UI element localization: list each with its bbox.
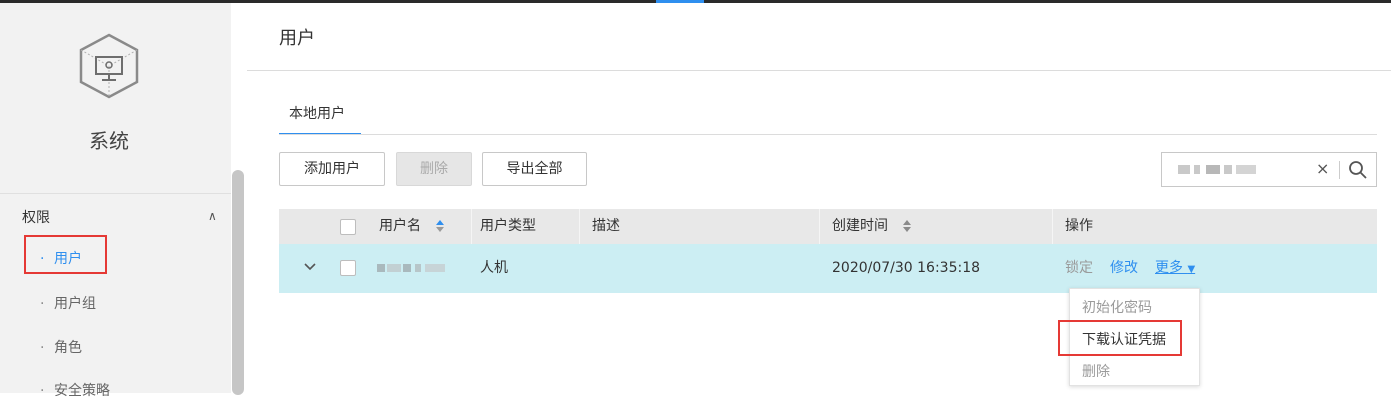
sort-icon[interactable] [902, 219, 912, 233]
username-redacted [377, 264, 447, 274]
system-logo-icon [79, 33, 139, 99]
column-separator [1052, 209, 1053, 244]
menu-item-delete[interactable]: 删除 [1082, 361, 1110, 381]
column-separator [579, 209, 580, 244]
sort-icon[interactable] [435, 219, 445, 233]
tabs-divider [279, 134, 1377, 135]
clear-icon[interactable]: × [1316, 159, 1329, 178]
column-header-username[interactable]: 用户名 [379, 209, 445, 244]
menu-item-reset-password[interactable]: 初始化密码 [1082, 297, 1152, 317]
scrollbar-thumb[interactable] [232, 170, 244, 395]
system-title: 系统 [89, 129, 129, 153]
page-title: 用户 [279, 28, 315, 49]
column-separator [819, 209, 820, 244]
tab-label: 本地用户 [289, 106, 345, 122]
column-header-actions: 操作 [1065, 218, 1093, 234]
highlight-box-download [1058, 320, 1182, 356]
more-link[interactable]: 更多 ▼ [1155, 244, 1195, 293]
sidebar-item-security-policy[interactable]: · 安全策略 [40, 380, 110, 400]
chevron-down-icon[interactable] [303, 260, 317, 274]
sidebar-group-permissions[interactable]: 权限 ∧ [22, 207, 222, 227]
search-icon[interactable] [1348, 160, 1368, 180]
delete-button[interactable]: 删除 [396, 152, 472, 186]
column-header-created-time[interactable]: 创建时间 [832, 209, 912, 244]
bullet-icon: · [40, 296, 45, 312]
sidebar-item-label: 安全策略 [54, 383, 110, 399]
lock-link[interactable]: 锁定 [1065, 244, 1093, 293]
sidebar-item-roles[interactable]: · 角色 [40, 337, 82, 357]
cell-user-type: 人机 [480, 260, 508, 276]
add-user-button[interactable]: 添加用户 [279, 152, 385, 186]
table-header: 用户名 用户类型 描述 创建时间 操作 [279, 209, 1377, 244]
select-all-checkbox[interactable] [340, 219, 356, 235]
column-header-description: 描述 [592, 218, 620, 234]
sidebar-item-user-groups[interactable]: · 用户组 [40, 293, 96, 313]
table-row[interactable]: 人机 2020/07/30 16:35:18 锁定 修改 更多 ▼ [279, 244, 1377, 293]
sidebar: 系统 权限 ∧ · 用户 · 用户组 · 角色 · 安全策略 [0, 3, 231, 399]
header-label: 用户名 [379, 218, 421, 234]
sidebar-scrollbar[interactable] [231, 170, 245, 395]
highlight-box-users [24, 235, 107, 274]
sidebar-item-label: 用户组 [54, 296, 96, 312]
export-all-button[interactable]: 导出全部 [482, 152, 587, 186]
caret-down-icon: ▼ [1187, 264, 1196, 275]
row-checkbox[interactable] [340, 260, 356, 276]
cell-created-time: 2020/07/30 16:35:18 [832, 260, 981, 276]
sidebar-header: 系统 [0, 3, 231, 193]
header-label: 创建时间 [832, 218, 888, 234]
edit-link[interactable]: 修改 [1110, 244, 1138, 293]
search-input[interactable]: × [1161, 152, 1377, 187]
column-separator [471, 209, 472, 244]
title-divider [247, 70, 1391, 71]
top-accent-bar [656, 0, 704, 3]
chevron-up-icon[interactable]: ∧ [208, 209, 217, 223]
sidebar-group-label: 权限 [22, 210, 50, 226]
bullet-icon: · [40, 383, 45, 399]
tab-local-users[interactable]: 本地用户 [279, 103, 361, 135]
search-separator [1339, 161, 1340, 179]
sidebar-item-label: 角色 [54, 340, 82, 356]
search-value-redacted [1178, 165, 1258, 175]
sidebar-divider [0, 193, 231, 194]
bullet-icon: · [40, 340, 45, 356]
column-header-user-type: 用户类型 [480, 218, 536, 234]
more-label: 更多 [1155, 260, 1183, 276]
